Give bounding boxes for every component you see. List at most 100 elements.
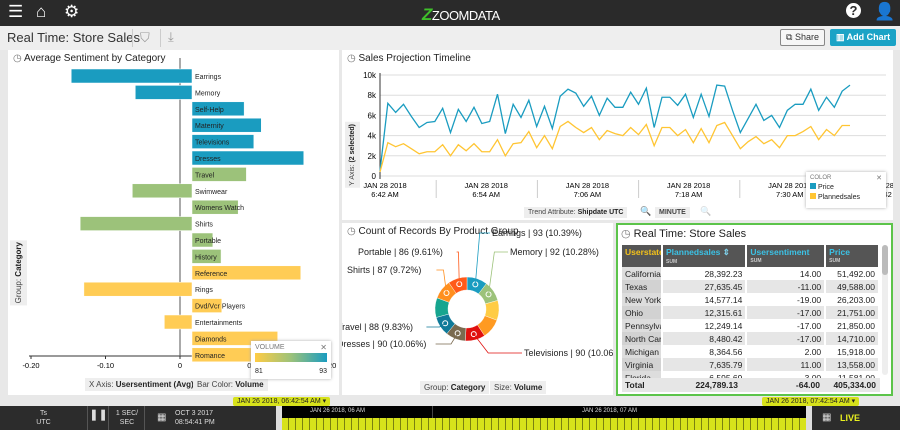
download-icon[interactable]: ⤓ <box>168 29 174 45</box>
help-icon[interactable]: ? <box>846 3 861 18</box>
table-cell: 51,492.00 <box>825 267 880 280</box>
total-usersentiment: -64.00 <box>795 380 820 390</box>
timezone-button[interactable]: Ts UTC <box>0 406 88 430</box>
bar-entertainments <box>164 314 193 330</box>
zoomdata-logo[interactable]: ZZOOMDATA <box>422 5 500 25</box>
table-cell: 11.00 <box>746 358 827 371</box>
size-pill[interactable]: Size: Volume <box>490 381 547 394</box>
legend-item-price[interactable]: Price <box>810 183 882 191</box>
close-icon[interactable]: ✕ <box>876 174 882 182</box>
table-row[interactable]: Pennsylvania12,249.14-17.0021,850.00 <box>622 319 880 332</box>
swatch <box>810 183 816 189</box>
group-pill[interactable]: Group: Category <box>420 381 490 394</box>
logo-text: ZOOMDATA <box>431 8 500 23</box>
table-cell: -17.00 <box>746 306 827 319</box>
granularity-button[interactable]: MINUTE <box>655 207 690 218</box>
divider <box>432 406 433 418</box>
x-tick-label: 6:42 AM <box>371 190 399 199</box>
total-plannedsales: 224,789.13 <box>695 380 738 390</box>
legend-item-plannedsales[interactable]: Plannedsales <box>810 193 882 201</box>
table-row[interactable]: Michigan 8,364.56 2.00 15,918.00 <box>622 345 880 358</box>
header-label: Price <box>829 247 850 257</box>
column-header-price[interactable]: Price SUM <box>825 245 880 267</box>
sort-icon[interactable]: ⇕ <box>723 247 730 257</box>
start-time: JAN 26 2018, 06:42:54 AM <box>237 398 321 405</box>
share-button[interactable]: ⧉ Share <box>780 29 825 46</box>
trend-pill[interactable]: Trend Attribute: Shipdate UTC <box>524 207 628 218</box>
trend-label: Trend Attribute: <box>528 209 576 216</box>
xaxis-pill[interactable]: X Axis: Usersentiment (Avg) <box>85 378 198 391</box>
header-label: Userstate <box>625 247 662 257</box>
table-row[interactable]: Ohio 12,315.61 -17.00 21,751.00 <box>622 306 880 319</box>
bar-label: Earrings <box>195 74 222 81</box>
time-bar: Ts UTC ❚❚ 1 SEC/SEC ▦ OCT 3 2017 08:54:41 … <box>0 406 900 430</box>
donut-chart[interactable]: Earrings | 93 (10.39%) Memory | 92 (10.28… <box>342 223 613 395</box>
bar-label: Diamonds <box>195 336 227 343</box>
gear-icon[interactable]: ⚙ <box>64 2 79 22</box>
y-tick-label: 6k <box>368 111 377 120</box>
bar-label: Rings <box>195 287 213 294</box>
table-cell: North Carolina <box>622 332 663 345</box>
column-header-plannedsales[interactable]: Plannedsales ⇕ SUM <box>662 245 748 267</box>
series-line-plannedsales <box>379 120 850 173</box>
calendar-icon[interactable]: ▦ <box>822 412 831 423</box>
table-cell: 26,203.00 <box>825 293 880 306</box>
table-total-row: Total 224,789.13 -64.00 405,334.00 <box>622 378 880 392</box>
x-tick-label: JAN 28 2018 <box>566 181 609 190</box>
live-button[interactable]: LIVE <box>840 413 860 423</box>
size-value: Volume <box>514 383 543 392</box>
close-icon[interactable]: ✕ <box>320 343 327 352</box>
table-row[interactable]: Texas 27,635.45 -11.00 49,588.00 <box>622 280 880 293</box>
x-tick-label: -0.10 <box>97 361 114 370</box>
table-cell: New York <box>622 293 663 306</box>
table-cell: Pennsylvania <box>622 319 663 332</box>
bar-earrings <box>70 68 193 84</box>
group-value: Category <box>450 383 486 392</box>
zoom-out-icon[interactable]: 🔍 <box>700 206 711 217</box>
filter-icon[interactable]: ⛉ <box>140 30 150 46</box>
column-header-usersentiment[interactable]: Usersentiment SUM <box>746 245 827 267</box>
user-icon[interactable]: 👤 <box>874 2 895 22</box>
table-scrollbar[interactable] <box>882 245 888 375</box>
table-row[interactable]: New York 14,577.14 -19.00 26,203.00 <box>622 293 880 306</box>
add-chart-button[interactable]: ▥ Add Chart <box>830 29 897 46</box>
x-tick-label: -0.20 <box>22 361 39 370</box>
bar-label: Entertainments <box>195 320 243 327</box>
bar-color-pill[interactable]: Bar Color: Volume <box>193 378 268 391</box>
calendar-icon[interactable]: ▦ <box>157 412 166 423</box>
table-cell: Ohio <box>622 306 663 319</box>
tz-label: Ts <box>40 410 47 417</box>
timeline-scrubber[interactable]: JAN 26 2018, 06 AM JAN 26 2018, 07 AM <box>282 406 806 430</box>
total-price: 405,334.00 <box>833 380 876 390</box>
table-row[interactable]: Virginia 7,635.79 11.00 13,558.00 <box>622 358 880 371</box>
pause-button[interactable]: ❚❚ <box>89 406 109 430</box>
table-row[interactable]: North Carolina8,480.42-17.0014,710.00 <box>622 332 880 345</box>
header-agg: SUM <box>750 258 762 264</box>
table-row[interactable]: California 28,392.23 14.00 51,492.00 <box>622 267 880 280</box>
bar-label: Romance <box>195 353 225 360</box>
bar-label: Reference <box>195 271 227 278</box>
start-time-pill[interactable]: JAN 26 2018, 06:42:54 AM ▾ <box>233 397 331 406</box>
logo-mark: Z <box>422 5 432 24</box>
bar-color-value: Volume <box>235 380 264 389</box>
group-pill[interactable]: Group: Category <box>10 240 27 306</box>
home-icon[interactable]: ⌂ <box>36 2 46 22</box>
end-time-pill[interactable]: JAN 26 2018, 07:42:54 AM ▾ <box>762 397 860 406</box>
slice-label: Earrings | 93 (10.39%) <box>492 228 582 238</box>
clock-icon: ◷ <box>621 228 631 240</box>
color-legend: COLOR ✕ Price Plannedsales <box>806 172 886 208</box>
slice-label: Dresses | 90 (10.06%) <box>342 339 426 349</box>
group-value: Category <box>14 242 23 277</box>
rate-button[interactable]: 1 SEC/SEC <box>110 406 145 430</box>
zoom-in-icon[interactable]: 🔍 <box>640 206 651 217</box>
menu-icon[interactable]: ☰ <box>8 2 23 22</box>
range-handle-right[interactable] <box>806 406 812 430</box>
bar-color-label: Bar Color: <box>197 380 234 389</box>
color-legend-title: COLOR <box>810 175 832 181</box>
table-cell: 14.00 <box>746 267 827 280</box>
table-cell: 2.00 <box>746 345 827 358</box>
column-header-userstate[interactable]: Userstate <box>622 245 663 267</box>
table-cell: 27,635.45 <box>662 280 748 293</box>
yaxis-pill[interactable]: Y Axis: (2 selected) <box>345 122 360 188</box>
scrollbar-thumb[interactable] <box>882 245 888 275</box>
